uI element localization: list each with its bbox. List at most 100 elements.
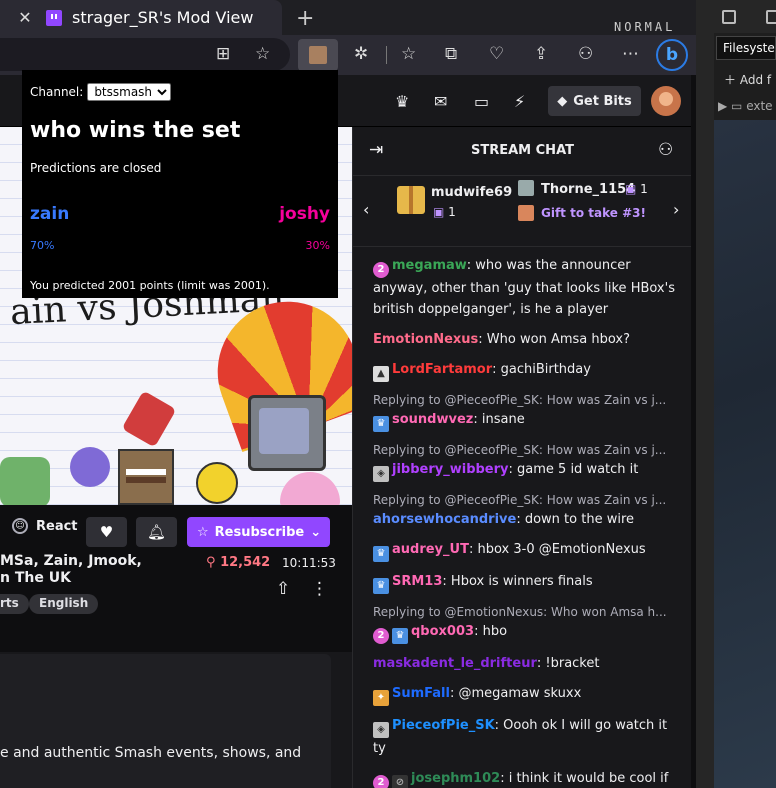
channel-select[interactable]: btssmash [87,83,172,101]
new-tab-button[interactable]: + [296,6,314,31]
minecraft-steve-illustration [118,449,174,505]
workspaces-icon[interactable]: ⚇ [578,44,593,64]
chat-username[interactable]: soundwvez [392,412,473,427]
tab-close-icon[interactable]: ✕ [16,8,34,27]
leaderboard-prev-icon[interactable]: ‹ [363,200,369,219]
extension-active-button[interactable] [298,39,338,71]
grid-apps-icon[interactable]: ⊞ [216,44,230,64]
add-folder-button[interactable]: ＋ Add f [724,71,771,88]
chat-message: Replying to @EmotionNexus: Who won Amsa … [373,603,676,644]
more-menu-icon[interactable]: ⋯ [622,44,639,64]
subscriber-crown-icon: ♛ [373,546,389,562]
more-options-icon[interactable]: ⋮ [311,579,328,599]
resubscribe-button[interactable]: ☆ Resubscribe ⌄ [187,517,330,547]
browser-tab[interactable]: ✕ strager_SR's Mod View [0,0,282,35]
badge-gamecube-icon: ◈ [373,722,389,738]
drops-icon[interactable]: ⚡ [514,92,525,111]
prediction-status: Predictions are closed [30,161,162,175]
share-icon[interactable]: ⇪ [534,44,548,64]
chat-username[interactable]: megamaw [392,258,467,273]
follow-heart-button[interactable]: ♥ [86,517,127,547]
subscriber-crown-icon: ♛ [373,578,389,594]
subscriber-crown-icon: ♛ [373,416,389,432]
chat-text: : Who won Amsa hbox? [478,332,631,347]
whispers-icon[interactable]: ▭ [474,92,489,111]
reply-context[interactable]: Replying to @EmotionNexus: Who won Amsa … [373,603,676,621]
share-upload-icon[interactable]: ⇧ [276,579,290,599]
chat-username[interactable]: PieceofPie_SK [392,718,495,733]
reply-context[interactable]: Replying to @PieceofPie_SK: How was Zain… [373,441,676,459]
toolbar-separator [386,46,387,64]
leader-3-cta[interactable]: Gift to take #3! [541,206,646,220]
extensions-puzzle-icon[interactable]: ✲ [354,44,368,64]
chat-username[interactable]: qbox003 [411,624,474,639]
get-bits-label: Get Bits [573,93,632,109]
favorite-star-icon[interactable]: ☆ [255,44,270,64]
prime-crown-icon[interactable]: ♛ [395,92,409,111]
chat-message: ◈ PieceofPie_SK: Oooh ok I will go watch … [373,715,676,759]
filesystem-tab[interactable]: Filesystem [716,36,776,60]
subscriber-crown-icon: ♛ [392,628,408,644]
chat-username[interactable]: SRM13 [392,574,442,589]
crt-tv-illustration [248,395,326,471]
leaderboard-next-icon[interactable]: › [673,200,679,219]
reply-context[interactable]: Replying to @PieceofPie_SK: How was Zain… [373,491,676,509]
gift-icon: ▣ [433,205,449,219]
address-bar[interactable]: ⊞ ☆ [0,38,290,71]
user-avatar[interactable] [651,86,681,116]
chat-username[interactable]: audrey_UT [392,542,469,557]
collections-icon[interactable]: ⧉ [445,44,457,64]
viewer-count-value: 12,542 [220,555,271,570]
badge-custom-icon: ✦ [373,690,389,706]
chat-message: maskadent_le_drifteur: !bracket [373,653,676,674]
stream-title-line1: MSa, Zain, Jmook, [0,553,142,569]
pct-right: 30% [305,239,330,252]
expand-arrow-icon: ▶ ▭ [718,99,747,113]
reply-context[interactable]: Replying to @PieceofPie_SK: How was Zain… [373,391,676,409]
tag-language[interactable]: English [29,594,99,614]
leader-1 [397,186,425,214]
leader-1-count: 1 [448,205,456,219]
sidebar-toggle-icon[interactable] [722,10,736,24]
chat-username[interactable]: josephm102 [411,771,500,786]
chat-username[interactable]: SumFall [392,686,450,701]
chat-message: 2 megamaw: who was the announcer anyway, … [373,255,676,320]
green-character-illustration [0,457,50,505]
badge-two-icon: 2 [373,775,389,788]
chat-username[interactable]: maskadent_le_drifteur [373,656,537,671]
stream-chat: ⇥ STREAM CHAT ⚇ ‹ mudwife69 ▣ 1 Thorne_1… [352,127,691,788]
extension-tree-item[interactable]: ▶ ▭ exte [718,99,773,113]
chevron-down-icon[interactable]: ⌄ [310,525,321,540]
outcome-right: joshy [279,204,330,224]
about-text: e and authentic Smash events, shows, and [0,745,302,761]
chat-username[interactable]: EmotionNexus [373,332,478,347]
chat-title: STREAM CHAT [471,143,574,158]
tag-category[interactable]: rts [0,594,29,614]
leader-2-count-row: ▣ 1 [625,182,648,196]
chat-messages: 2 megamaw: who was the announcer anyway, … [373,255,676,788]
stream-info-bar: ☺ React ♥ 🔔︎ ☆ Resubscribe ⌄ MSa, Zain, … [0,505,352,652]
prediction-panel: Channel: btssmash who wins the set Predi… [22,70,338,298]
chat-username[interactable]: jibbery_wibbery [392,462,509,477]
person-icon: ⚲ [206,555,221,570]
inbox-icon[interactable]: ✉ [434,92,447,111]
add-folder-label: Add f [739,73,772,87]
heart-icon: ♥ [99,523,114,541]
chat-text: : insane [473,412,525,427]
community-icon[interactable]: ⚇ [658,140,673,160]
chat-text: : down to the wire [516,512,635,527]
get-bits-button[interactable]: ◆ Get Bits [548,86,641,116]
chat-message: ▲ LordFartamor: gachiBirthday [373,359,676,382]
browser-toolbar: ⊞ ☆ ✲ ☆ ⧉ ♡ ⇪ ⚇ ⋯ b [0,35,696,75]
favorites-list-icon[interactable]: ☆ [401,44,416,64]
chat-username[interactable]: ahorsewhocandrive [373,512,516,527]
bing-copilot-icon[interactable]: b [656,39,688,71]
performance-heart-icon[interactable]: ♡ [489,44,504,64]
prediction-percentages: 70% 30% [30,239,330,252]
purple-character-illustration [70,447,110,487]
tab-title: strager_SR's Mod View [72,8,254,27]
chat-username[interactable]: LordFartamor [392,362,492,377]
react-button[interactable]: ☺ React [12,518,78,534]
devtools-close-icon[interactable] [766,10,776,24]
notifications-bell-button[interactable]: 🔔︎ [136,517,177,547]
